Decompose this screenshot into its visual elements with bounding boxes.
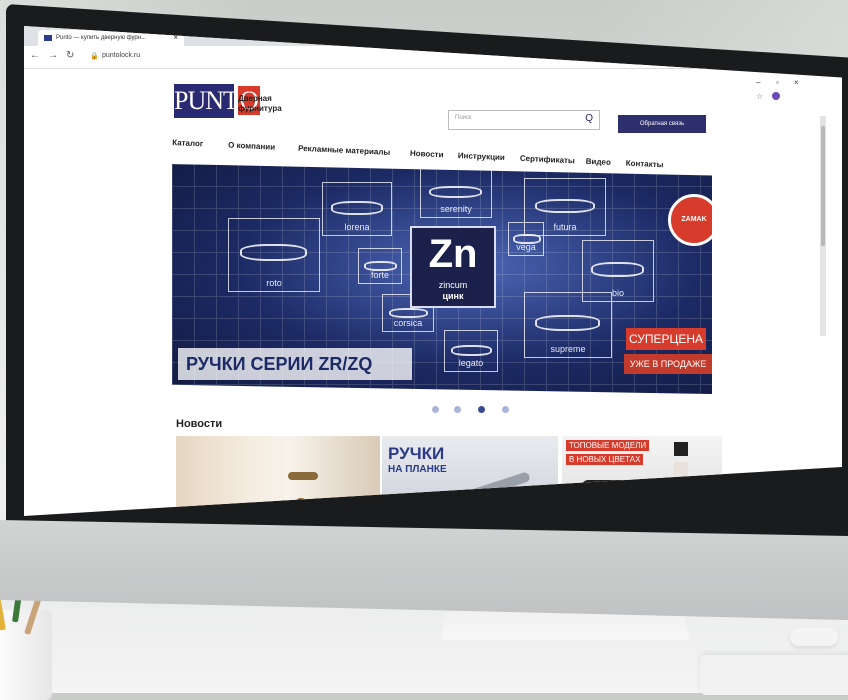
- promo-sale-badge: УЖЕ В ПРОДАЖЕ: [624, 354, 712, 374]
- menu-item-promo[interactable]: Рекламные материалы: [298, 144, 391, 157]
- element-name-latin: zincum: [438, 280, 468, 290]
- menu-item-about[interactable]: О компании: [228, 141, 275, 152]
- promo-price-badge: СУПЕРЦЕНА: [626, 328, 706, 350]
- news-card-2-title-1: РУЧКИ: [388, 444, 445, 463]
- forward-icon[interactable]: →: [48, 50, 58, 61]
- tagline-line-2: фурнитура: [238, 104, 282, 113]
- tile-vega: vega: [508, 222, 544, 256]
- mouse: [790, 628, 838, 646]
- menu-item-news[interactable]: Новости: [410, 149, 444, 160]
- carousel-dot[interactable]: [502, 406, 509, 413]
- search-input[interactable]: Поиск: [455, 115, 472, 121]
- logo-text: PUNT: [174, 86, 239, 115]
- keyboard: [700, 655, 848, 695]
- menu-item-catalog[interactable]: Каталог: [172, 138, 203, 148]
- menu-item-instructions[interactable]: Инструкции: [458, 151, 505, 162]
- profile-avatar[interactable]: [772, 92, 780, 100]
- scrollbar-thumb[interactable]: [821, 126, 825, 246]
- lock-icon: 🔒: [90, 53, 99, 60]
- feedback-button[interactable]: Обратная связь: [618, 115, 706, 133]
- window-close-button[interactable]: ×: [794, 78, 799, 87]
- element-name-ru: цинк: [442, 291, 464, 301]
- menu-item-video[interactable]: Видео: [586, 157, 611, 167]
- page-scrollbar[interactable]: [820, 116, 826, 336]
- url-field[interactable]: puntolock.ru: [102, 52, 140, 59]
- banner-series-title: РУЧКИ СЕРИИ ZR/ZQ: [178, 348, 412, 380]
- tile-supreme: supreme: [524, 292, 612, 358]
- maximize-button[interactable]: ▫: [776, 78, 779, 87]
- swatch-white: [674, 462, 688, 476]
- menu-item-contacts[interactable]: Контакты: [626, 159, 664, 170]
- bookmark-star-icon[interactable]: ☆: [756, 92, 763, 101]
- handle-image: [288, 472, 318, 480]
- news-card-3-title-1: ТОПОВЫЕ МОДЕЛИ: [566, 440, 650, 451]
- menu-item-certificates[interactable]: Сертификаты: [520, 154, 575, 165]
- carousel-dot[interactable]: [454, 406, 461, 413]
- element-zn-tile: Zn zincum цинк: [410, 226, 496, 308]
- zamak-badge: ZAMAK: [668, 194, 712, 246]
- reload-icon[interactable]: ↻: [66, 50, 74, 61]
- news-card-2-title-2: НА ПЛАНКЕ: [388, 464, 447, 475]
- pencil-cup: [0, 562, 52, 700]
- search-icon[interactable]: Q: [585, 113, 593, 124]
- back-icon[interactable]: ←: [30, 50, 40, 61]
- tile-legato: legato: [444, 330, 498, 372]
- element-symbol: Zn: [428, 232, 478, 276]
- search-box[interactable]: Поиск Q: [448, 110, 600, 130]
- tile-roto: roto: [228, 218, 320, 292]
- news-card-3-title-2: В НОВЫХ ЦВЕТАХ: [566, 454, 644, 465]
- tagline-line-1: Дверная: [238, 94, 272, 103]
- news-heading: Новости: [176, 418, 223, 430]
- carousel-dot[interactable]: [432, 406, 439, 413]
- hero-banner[interactable]: roto lorena serenity futura bio supreme …: [172, 164, 712, 394]
- carousel-dot-active[interactable]: [478, 406, 485, 413]
- site-tagline: Дверная фурнитура: [238, 94, 308, 114]
- favicon-icon: [44, 35, 52, 41]
- tile-forte: forte: [358, 248, 402, 284]
- swatch-black: [674, 442, 688, 456]
- screen: Punto — купить дверную фурн... × + ← → ↻…: [24, 26, 842, 516]
- tile-serenity: serenity: [420, 168, 492, 218]
- site-logo[interactable]: PUNTO: [174, 84, 260, 118]
- tile-lorena: lorena: [322, 182, 392, 236]
- carousel-dots: [432, 406, 512, 416]
- minimize-button[interactable]: –: [756, 78, 760, 87]
